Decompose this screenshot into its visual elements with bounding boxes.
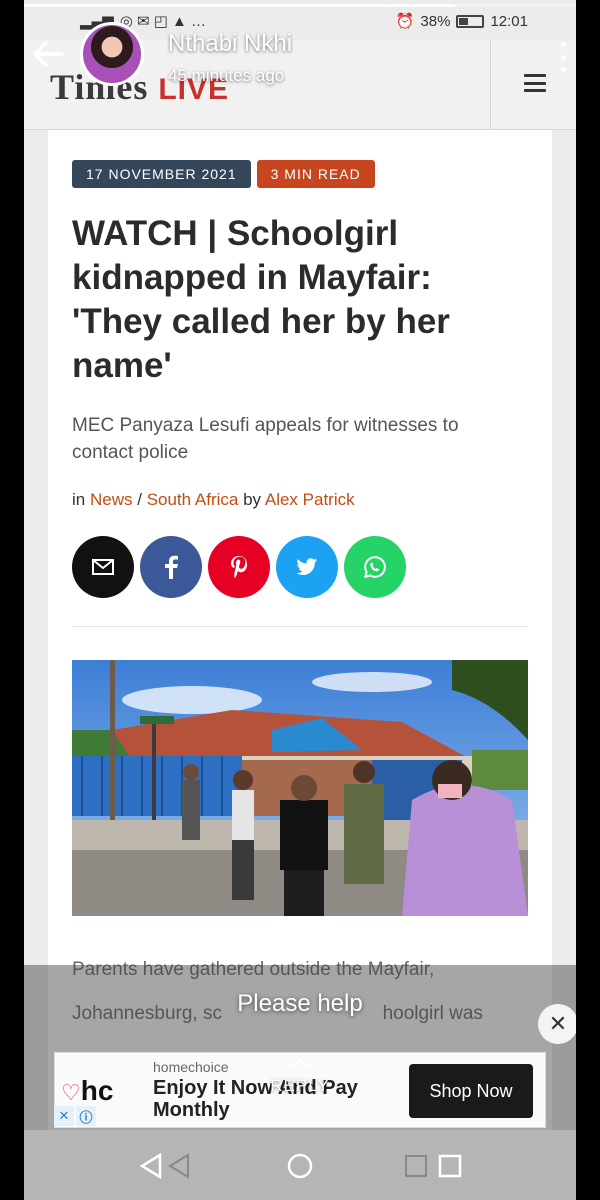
avatar[interactable] [80,22,144,86]
ad-info-icon[interactable]: ⓘ [76,1106,96,1126]
ad-close-small-icon[interactable]: ✕ [54,1106,74,1126]
navigation-bar [24,1130,576,1200]
home-nav-button[interactable] [286,1150,326,1182]
date-badge: 17 NOVEMBER 2021 [72,160,251,188]
article-badges: 17 NOVEMBER 2021 3 MIN READ [72,160,375,188]
ad-close-button[interactable]: ✕ [538,1004,576,1044]
share-email-button[interactable] [72,536,134,598]
whatsapp-icon [363,556,386,579]
story-progress-fill [24,4,455,7]
read-time-badge: 3 MIN READ [256,160,375,188]
share-facebook-button[interactable] [140,536,202,598]
square-recents-icon [405,1154,462,1178]
card-divider [72,626,528,627]
story-progress-bar [24,4,576,7]
arrow-left-icon [33,41,64,67]
menu-icon[interactable] [524,74,546,92]
reply-button[interactable]: REPLY [24,1058,576,1096]
status-system-icons: ⏰ 38% 12:01 [395,12,528,31]
chevron-up-icon [290,1058,310,1069]
more-options-icon[interactable] [558,42,568,72]
back-button[interactable] [30,36,66,72]
byline-prefix: in [72,490,86,509]
alarm-icon: ⏰ [395,13,415,30]
subcategory-link[interactable]: South Africa [147,490,239,509]
author-link[interactable]: Alex Patrick [265,490,355,509]
reply-label: REPLY [270,1076,330,1095]
share-pinterest-button[interactable] [208,536,270,598]
clock: 12:01 [490,12,528,30]
story-viewer: Times LIVE 17 NOVEMBER 2021 3 MIN READ W… [24,0,576,1200]
twitter-icon [296,558,317,575]
byline-separator: / [137,490,142,509]
envelope-icon [92,559,114,575]
share-whatsapp-button[interactable] [344,536,406,598]
share-buttons [72,536,406,598]
article-byline: in News / South Africa by Alex Patrick [72,490,355,510]
byline-by: by [243,490,262,509]
story-time: 45 minutes ago [168,66,285,85]
circle-home-icon [287,1153,313,1179]
share-twitter-button[interactable] [276,536,338,598]
category-link[interactable]: News [90,490,133,509]
close-icon: ✕ [548,1011,568,1036]
triangle-back-icon [139,1152,189,1180]
battery-percent: 38% [420,12,451,30]
story-user-name[interactable]: Nthabi Nkhi [168,30,292,58]
notification-icons: ◎ ✉ ◰ ▲ … [119,13,207,30]
recents-nav-button[interactable] [404,1150,462,1182]
article-photo[interactable] [72,660,528,916]
back-nav-button[interactable] [136,1150,189,1182]
facebook-icon [165,555,178,579]
battery-icon [456,14,485,28]
ad-choices[interactable]: ✕ ⓘ [54,1106,96,1126]
article-subtitle: MEC Panyaza Lesufi appeals for witnesses… [72,415,459,463]
story-caption: Please help [237,990,363,1017]
street-scene-image [72,660,528,916]
header-divider [490,40,491,130]
pinterest-icon [231,556,248,578]
article-headline: WATCH | Schoolgirl kidnapped in Mayfair:… [72,214,450,385]
